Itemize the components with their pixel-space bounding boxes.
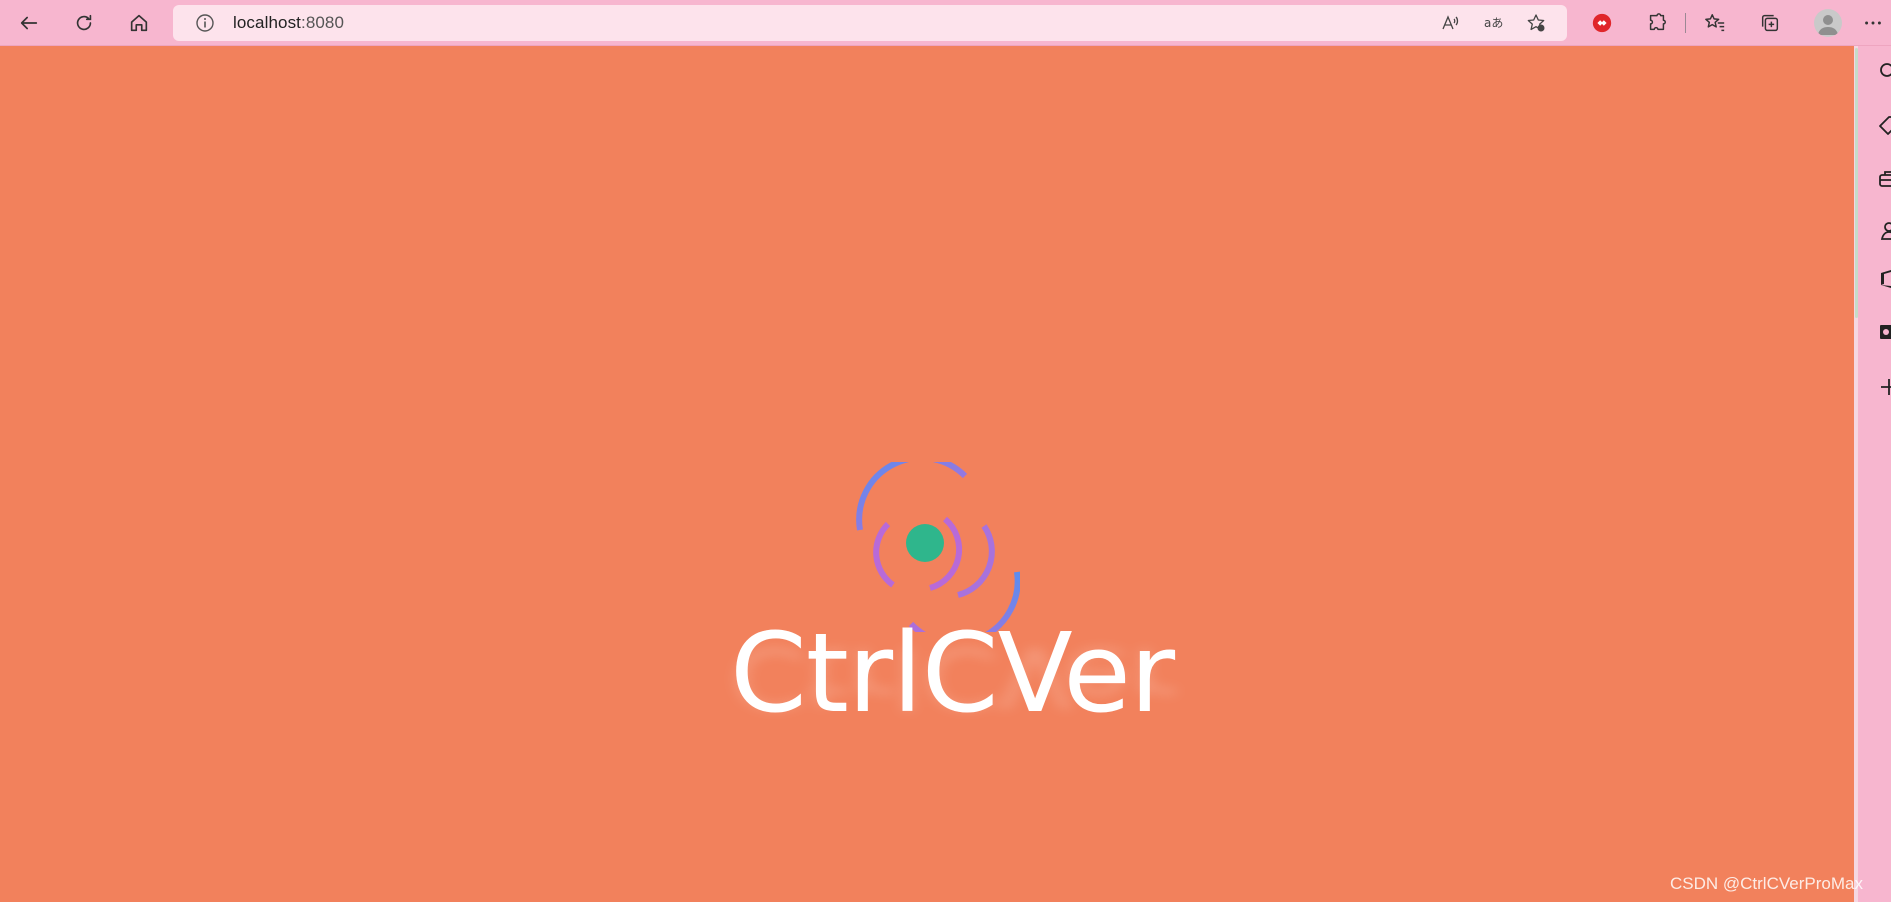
extension-adblock-icon: [1592, 13, 1612, 33]
add-favorite-button[interactable]: [1523, 11, 1549, 35]
loader-center-dot: [906, 524, 944, 562]
loader-inner-arc-left: [873, 521, 895, 588]
outlook-icon: [1880, 325, 1891, 339]
extensions-icon: [1649, 13, 1666, 31]
plus-icon: [1881, 379, 1891, 395]
loader-inner-arc-right-outer: [957, 524, 995, 598]
translate-button[interactable]: aあ: [1480, 11, 1506, 35]
info-icon[interactable]: [195, 13, 215, 33]
tag-icon: [1879, 116, 1891, 135]
translate-icon: aあ: [1484, 16, 1503, 30]
favorites-button[interactable]: [1698, 6, 1732, 40]
sidebar-tools-button[interactable]: [1878, 167, 1891, 189]
collections-button[interactable]: [1753, 6, 1787, 40]
toolbar-divider: [1685, 13, 1686, 33]
refresh-button[interactable]: [67, 6, 101, 40]
back-button[interactable]: [12, 6, 46, 40]
add-favorite-icon: [1527, 14, 1545, 32]
refresh-icon: [76, 14, 92, 31]
search-icon: [1880, 63, 1891, 77]
sidebar-games-button[interactable]: [1878, 220, 1891, 242]
back-icon: [20, 16, 38, 30]
sidebar-shopping-button[interactable]: [1878, 115, 1891, 137]
sidebar-outlook-button[interactable]: [1878, 321, 1891, 343]
address-bar[interactable]: localhost:8080 aあ: [173, 5, 1567, 41]
loading-spinner: [856, 462, 1020, 632]
csdn-watermark: CSDN @CtrlCVerProMax: [1670, 874, 1863, 893]
url-host: localhost: [233, 13, 301, 32]
url-port: :8080: [301, 13, 345, 32]
sidebar-add-button[interactable]: [1878, 376, 1891, 398]
profile-avatar[interactable]: [1814, 9, 1842, 37]
favorites-icon: [1705, 14, 1725, 32]
read-aloud-button[interactable]: [1437, 11, 1463, 35]
sidebar-search-button[interactable]: [1878, 61, 1891, 83]
sidebar-office-button[interactable]: [1878, 268, 1891, 290]
url-text[interactable]: localhost:8080: [233, 13, 344, 33]
adblock-extension-button[interactable]: [1585, 6, 1619, 40]
office-icon: [1881, 270, 1891, 288]
browser-toolbar: localhost:8080 aあ: [0, 0, 1891, 46]
more-icon: [1865, 21, 1881, 25]
extensions-button[interactable]: [1640, 6, 1674, 40]
toolbox-icon: [1879, 171, 1891, 187]
person-icon: [1880, 222, 1891, 240]
read-aloud-icon: [1442, 15, 1459, 30]
brand-title-reflection: CtrlCVer: [730, 628, 1175, 725]
home-icon: [130, 14, 148, 32]
more-button[interactable]: [1856, 6, 1890, 40]
collections-icon: [1761, 14, 1779, 32]
browser-sidebar: [1858, 46, 1891, 902]
svg-text:aあ: aあ: [1484, 16, 1503, 30]
home-button[interactable]: [122, 6, 156, 40]
